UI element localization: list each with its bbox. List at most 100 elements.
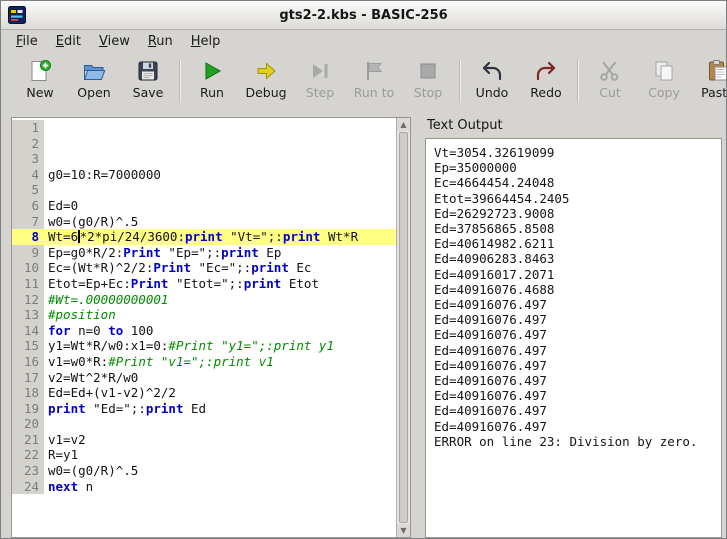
line-number[interactable]: 20 xyxy=(12,416,44,432)
output-line: Ed=40916076.497 xyxy=(434,357,547,373)
code-line-3[interactable]: 3 xyxy=(12,151,396,167)
text-output-area[interactable]: Vt=3054.32619099 Ep=35000000 Ec=4664454.24… xyxy=(425,138,722,538)
line-number[interactable]: 2 xyxy=(12,135,44,152)
open-button[interactable]: Open xyxy=(67,56,121,102)
output-line: Ed=40916076.497 xyxy=(434,403,547,419)
code-line-20[interactable]: 20 xyxy=(12,416,396,432)
code-line-5[interactable]: 5 xyxy=(12,182,396,198)
output-line: Ed=40906283.8463 xyxy=(434,251,555,267)
code-line-2[interactable]: 2 xyxy=(12,135,396,152)
toolbar-button-label: Redo xyxy=(530,85,562,100)
line-number[interactable]: 8 xyxy=(12,229,44,245)
code-line-21[interactable]: 21 v1=v2 xyxy=(12,431,396,448)
line-number[interactable]: 18 xyxy=(12,385,44,401)
line-number[interactable]: 14 xyxy=(12,322,44,339)
code-text: y1=Wt*R/w0:x1=0:#Print "y1=";:print y1 xyxy=(48,338,334,354)
menu-item-run[interactable]: Run xyxy=(139,31,182,52)
line-number[interactable]: 4 xyxy=(12,166,44,183)
line-number[interactable]: 19 xyxy=(12,400,44,417)
code-line-19[interactable]: 19 print "Ed=";:print Ed xyxy=(12,400,396,417)
code-text: g0=10:R=7000000 xyxy=(48,166,161,182)
code-line-10[interactable]: 10 Ec=(Wt*R)^2/2:Print "Ec=";:print Ec xyxy=(12,260,396,276)
line-number[interactable]: 10 xyxy=(12,260,44,276)
line-number[interactable]: 23 xyxy=(12,463,44,479)
line-number[interactable]: 24 xyxy=(12,478,44,495)
scroll-up-arrow[interactable]: ▲ xyxy=(397,118,410,131)
run-to-flag-icon xyxy=(362,59,386,83)
output-line: Vt=3054.32619099 xyxy=(434,145,555,160)
code-text: print "Ed=";:print Ed xyxy=(48,400,207,416)
output-line: Ed=40916076.497 xyxy=(434,388,547,404)
paste-button[interactable]: Paste xyxy=(691,56,726,102)
code-line-6[interactable]: 6 Ed=0 xyxy=(12,197,396,214)
output-line: Ed=40916076.497 xyxy=(434,327,547,343)
output-line: Ed=40614982.6211 xyxy=(434,236,555,252)
menu-item-help[interactable]: Help xyxy=(182,31,230,52)
line-number[interactable]: 12 xyxy=(12,291,44,308)
line-number[interactable]: 11 xyxy=(12,275,44,292)
line-number[interactable]: 17 xyxy=(12,369,44,386)
code-line-15[interactable]: 15 y1=Wt*R/w0:x1=0:#Print "y1=";:print y1 xyxy=(12,338,396,354)
undo-button[interactable]: Undo xyxy=(465,56,519,102)
line-number[interactable]: 15 xyxy=(12,338,44,354)
code-line-22[interactable]: 22 R=y1 xyxy=(12,447,396,464)
toolbar-separator xyxy=(577,60,579,102)
output-line: Ed=40916017.2071 xyxy=(434,266,555,282)
code-editor[interactable]: 1 2 3 4 g0=10:R=7000000 5 6 Ed=0 7 w0=(g0/R)^.5 8 W… xyxy=(11,117,411,538)
editor-scrollbar[interactable]: ▲ ▼ xyxy=(396,118,410,537)
line-number[interactable]: 9 xyxy=(12,244,44,261)
code-line-16[interactable]: 16 v1=w0*R:#Print "v1=";:print v1 xyxy=(12,353,396,370)
menu-bar: File Edit View Run Help xyxy=(1,30,726,53)
code-line-13[interactable]: 13 #position xyxy=(12,307,396,323)
toolbar-separator xyxy=(179,60,181,102)
line-number[interactable]: 7 xyxy=(12,213,44,230)
new-button[interactable]: New xyxy=(13,56,67,102)
basic256-window: gts2-2.kbs - BASIC-256 File Edit View Run He… xyxy=(0,0,727,539)
run-to-button: Run to xyxy=(347,56,401,102)
menu-item-view[interactable]: View xyxy=(90,31,139,52)
line-number[interactable]: 3 xyxy=(12,151,44,167)
code-rows[interactable]: 1 2 3 4 g0=10:R=7000000 5 6 Ed=0 7 w0=(g0/R)^.5 8 W… xyxy=(12,118,396,537)
debug-button[interactable]: Debug xyxy=(239,56,293,102)
menu-item-file[interactable]: File xyxy=(7,31,47,52)
line-number[interactable]: 5 xyxy=(12,182,44,198)
code-text: Ed=0 xyxy=(48,197,79,213)
code-text: Ed=Ed+(v1-v2)^2/2 xyxy=(48,385,176,401)
open-folder-icon xyxy=(82,59,106,83)
line-number[interactable]: 22 xyxy=(12,447,44,464)
output-line: Ed=26292723.9008 xyxy=(434,205,555,221)
line-number[interactable]: 6 xyxy=(12,197,44,214)
run-button[interactable]: Run xyxy=(185,56,239,102)
redo-button[interactable]: Redo xyxy=(519,56,573,102)
code-line-17[interactable]: 17 v2=Wt^2*R/w0 xyxy=(12,369,396,386)
code-line-23[interactable]: 23 w0=(g0/R)^.5 xyxy=(12,463,396,479)
paste-clipboard-icon xyxy=(706,59,726,83)
menu-item-edit[interactable]: Edit xyxy=(47,31,90,52)
code-line-7[interactable]: 7 w0=(g0/R)^.5 xyxy=(12,213,396,230)
code-line-4[interactable]: 4 g0=10:R=7000000 xyxy=(12,166,396,183)
main-area: 1 2 3 4 g0=10:R=7000000 5 6 Ed=0 7 w0=(g0/R)^.5 8 W… xyxy=(1,113,726,538)
code-line-1[interactable]: 1 xyxy=(12,120,396,136)
save-button[interactable]: Save xyxy=(121,56,175,102)
copy-button: Copy xyxy=(637,56,691,102)
code-line-18[interactable]: 18 Ed=Ed+(v1-v2)^2/2 xyxy=(12,385,396,401)
line-number[interactable]: 13 xyxy=(12,307,44,323)
code-text: w0=(g0/R)^.5 xyxy=(48,463,139,479)
debug-arrow-icon xyxy=(254,59,278,83)
code-line-8[interactable]: 8 Wt=6 *2*pi/24/3600:print "Vt=";:print Wt… xyxy=(12,229,396,245)
code-line-12[interactable]: 12 #Wt=.00000000001 xyxy=(12,291,396,308)
line-number[interactable]: 1 xyxy=(12,120,44,136)
line-number[interactable]: 21 xyxy=(12,431,44,448)
redo-icon xyxy=(534,59,558,83)
line-number[interactable]: 16 xyxy=(12,353,44,370)
code-text: Etot=Ep+Ec:Print "Etot=";:print Etot xyxy=(48,275,319,291)
title-bar[interactable]: gts2-2.kbs - BASIC-256 xyxy=(1,1,726,30)
code-line-14[interactable]: 14 for n=0 to 100 xyxy=(12,322,396,339)
code-line-9[interactable]: 9 Ep=g0*R/2:Print "Ep=";:print Ep xyxy=(12,244,396,261)
code-line-24[interactable]: 24 next n xyxy=(12,478,396,495)
scroll-down-arrow[interactable]: ▼ xyxy=(397,524,410,537)
scrollbar-thumb[interactable] xyxy=(399,132,408,523)
code-line-11[interactable]: 11 Etot=Ep+Ec:Print "Etot=";:print Etot xyxy=(12,275,396,292)
undo-icon xyxy=(480,59,504,83)
